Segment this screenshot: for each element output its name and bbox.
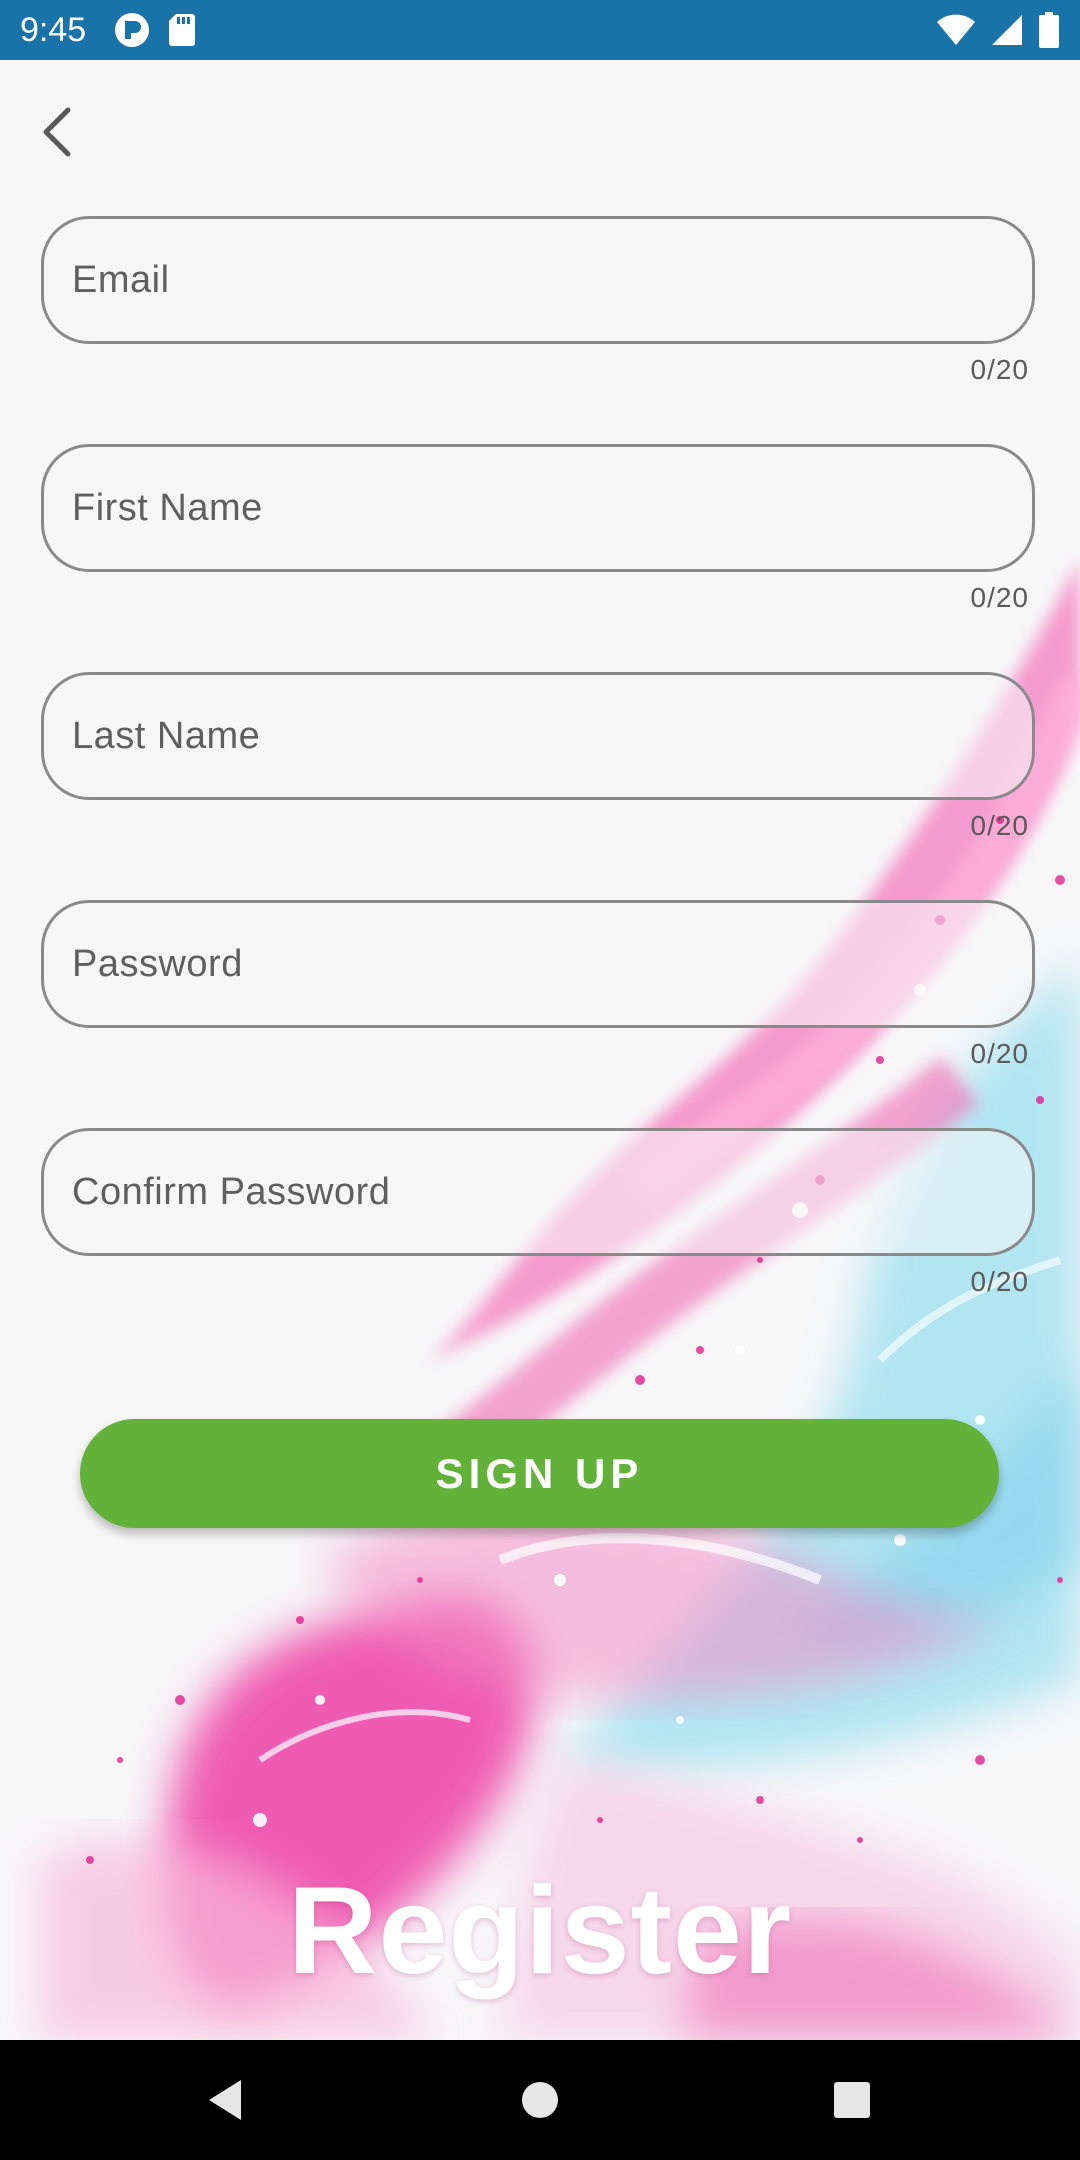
- chevron-left-icon: [43, 107, 71, 157]
- recents-square-icon: [834, 2082, 870, 2118]
- marble-background: [0, 60, 1080, 2040]
- nav-back-button[interactable]: [165, 2040, 285, 2160]
- first-name-field[interactable]: First Name 0/20: [41, 444, 1079, 613]
- first-name-placeholder: First Name: [72, 486, 263, 529]
- first-name-char-counter: 0/20: [970, 582, 1029, 613]
- last-name-field[interactable]: Last Name 0/20: [41, 672, 1079, 841]
- email-input[interactable]: Email: [41, 216, 1035, 344]
- status-time: 9:45: [20, 11, 87, 49]
- last-name-input[interactable]: Last Name: [41, 672, 1035, 800]
- status-right-icons: [936, 12, 1060, 48]
- password-input[interactable]: Password: [41, 900, 1035, 1028]
- nav-home-button[interactable]: [480, 2040, 600, 2160]
- first-name-input[interactable]: First Name: [41, 444, 1035, 572]
- page-title: Register: [287, 1862, 793, 2000]
- nav-recents-button[interactable]: [792, 2040, 912, 2160]
- battery-icon: [1038, 12, 1060, 48]
- last-name-placeholder: Last Name: [72, 714, 261, 757]
- confirm-password-input[interactable]: Confirm Password: [41, 1128, 1035, 1256]
- sign-up-button[interactable]: SIGN UP: [80, 1419, 999, 1528]
- last-name-char-counter: 0/20: [970, 810, 1029, 841]
- home-circle-icon: [522, 2082, 558, 2118]
- email-char-counter: 0/20: [970, 354, 1029, 385]
- password-char-counter: 0/20: [970, 1038, 1029, 1069]
- navigation-bar: [0, 2040, 1080, 2160]
- status-left-icons: [114, 12, 196, 48]
- password-field[interactable]: Password 0/20: [41, 900, 1079, 1069]
- sign-up-label: SIGN UP: [435, 1449, 644, 1497]
- signal-icon: [990, 13, 1024, 47]
- confirm-password-char-counter: 0/20: [970, 1266, 1029, 1297]
- email-field[interactable]: Email 0/20: [41, 216, 1079, 385]
- p-app-icon: [114, 12, 150, 48]
- confirm-password-field[interactable]: Confirm Password 0/20: [41, 1128, 1079, 1297]
- sd-card-icon: [168, 12, 196, 48]
- password-placeholder: Password: [72, 942, 243, 985]
- status-bar: 9:45: [0, 0, 1080, 60]
- back-button[interactable]: [26, 100, 86, 164]
- back-triangle-icon: [209, 2080, 241, 2120]
- email-placeholder: Email: [72, 258, 170, 301]
- wifi-icon: [936, 13, 976, 47]
- confirm-password-placeholder: Confirm Password: [72, 1170, 391, 1213]
